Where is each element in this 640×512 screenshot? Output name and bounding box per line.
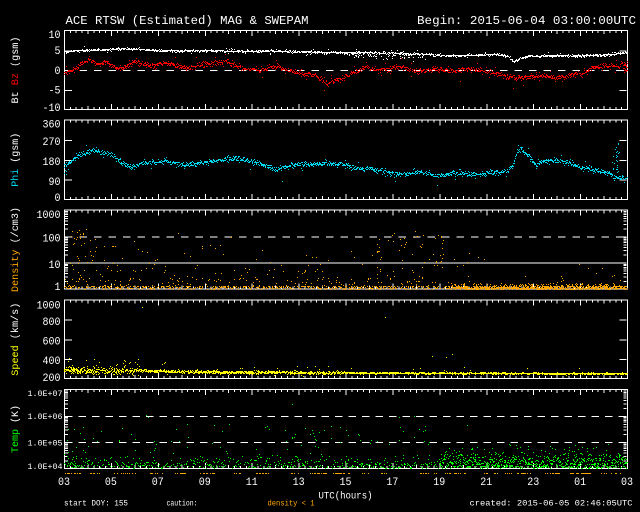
svg-text:UTC(hours): UTC(hours) <box>319 490 373 502</box>
svg-text:1000: 1000 <box>37 301 61 313</box>
svg-text:0: 0 <box>55 66 61 78</box>
svg-text:1.0E+06: 1.0E+06 <box>28 412 63 422</box>
svg-text:ACE RTSW (Estimated) MAG & SWE: ACE RTSW (Estimated) MAG & SWEPAM <box>66 14 309 28</box>
svg-text:-10: -10 <box>43 103 61 115</box>
svg-text:600: 600 <box>43 336 61 348</box>
svg-text:100: 100 <box>43 234 61 246</box>
svg-text:1.0E+07: 1.0E+07 <box>28 389 63 399</box>
svg-text:1000: 1000 <box>37 210 61 222</box>
svg-text:180: 180 <box>43 157 61 169</box>
svg-text:90: 90 <box>49 177 61 189</box>
svg-text:23: 23 <box>527 477 539 489</box>
svg-text:17: 17 <box>386 477 398 489</box>
svg-text:1.0E+05: 1.0E+05 <box>28 438 63 448</box>
svg-text:-5: -5 <box>49 86 61 98</box>
svg-text:11: 11 <box>246 477 258 489</box>
svg-text:0: 0 <box>55 193 61 205</box>
svg-text:15: 15 <box>340 477 352 489</box>
svg-text:800: 800 <box>43 317 61 329</box>
svg-text:Speed (km/s): Speed (km/s) <box>10 303 22 376</box>
svg-text:1.0E+04: 1.0E+04 <box>28 462 63 472</box>
svg-text:10: 10 <box>49 260 61 272</box>
svg-text:05: 05 <box>105 477 117 489</box>
svg-text:start DOY: 155: start DOY: 155 <box>64 500 128 509</box>
svg-text:03: 03 <box>621 477 633 489</box>
svg-text:1: 1 <box>55 282 61 294</box>
svg-text:19: 19 <box>433 477 445 489</box>
svg-text:13: 13 <box>293 477 305 489</box>
svg-text:200: 200 <box>43 373 61 385</box>
svg-text:03: 03 <box>58 477 70 489</box>
svg-text:5: 5 <box>55 46 61 58</box>
svg-text:270: 270 <box>43 137 61 149</box>
svg-text:400: 400 <box>43 356 61 368</box>
svg-text:created: 2015-06-05 02:46:05U: created: 2015-06-05 02:46:05UTC <box>470 500 633 509</box>
svg-text:density < 1: density < 1 <box>268 500 315 509</box>
svg-text:Density (/cm3): Density (/cm3) <box>10 207 22 292</box>
svg-text:Temp (K): Temp (K) <box>10 405 22 453</box>
svg-text:360: 360 <box>43 120 61 132</box>
svg-text:Phi (gsm): Phi (gsm) <box>10 133 22 187</box>
svg-text:Bt Bz (gsm): Bt Bz (gsm) <box>10 37 22 104</box>
svg-text:caution:: caution: <box>167 500 198 509</box>
svg-text:09: 09 <box>199 477 211 489</box>
svg-text:07: 07 <box>152 477 164 489</box>
svg-text:01: 01 <box>574 477 586 489</box>
svg-text:21: 21 <box>480 477 492 489</box>
svg-text:10: 10 <box>49 30 61 42</box>
svg-text:Begin: 2015-06-04 03:00:00UTC: Begin: 2015-06-04 03:00:00UTC <box>417 14 636 28</box>
